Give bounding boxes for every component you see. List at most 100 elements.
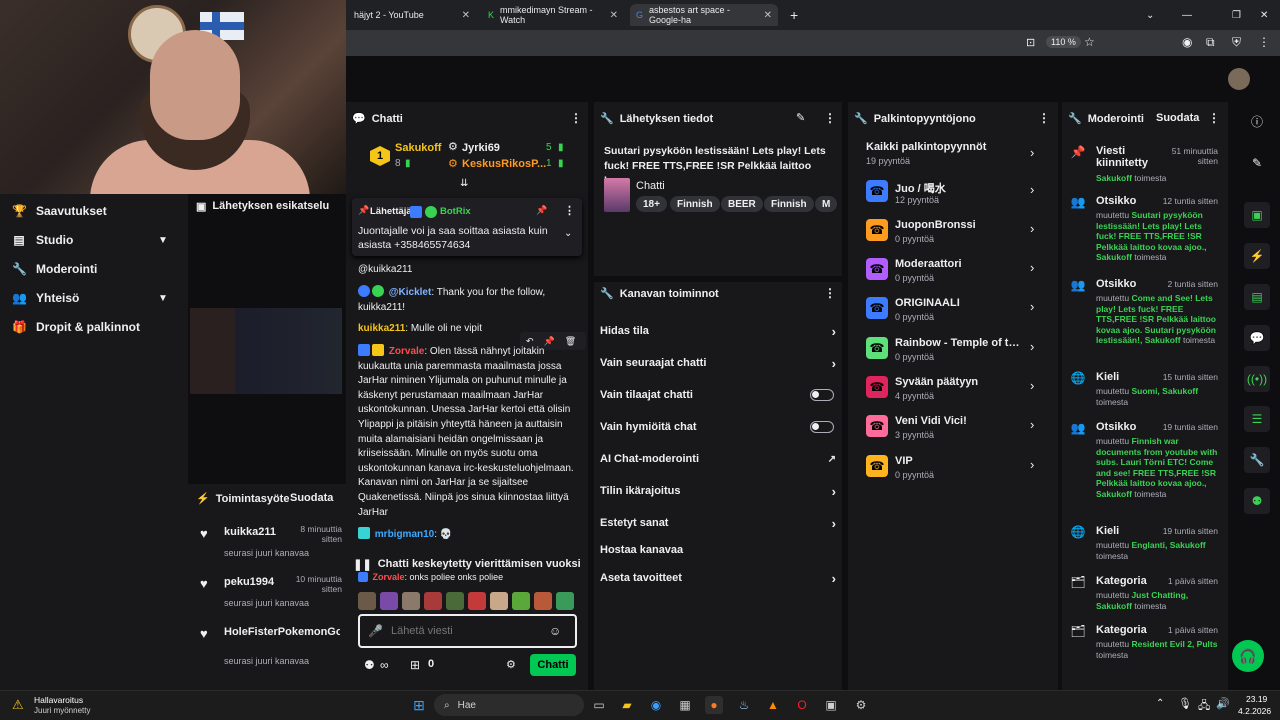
clock-date[interactable]: 4.2.2026 [1238, 706, 1271, 716]
action-followers-only[interactable]: Vain seuraajat chatti › [600, 355, 836, 371]
avatar[interactable] [1228, 68, 1250, 90]
opera-icon[interactable]: O [793, 696, 811, 714]
close-icon[interactable]: ✕ [610, 10, 618, 21]
mod-actor[interactable]: Sakukoff [1145, 335, 1181, 345]
windows-start-icon[interactable]: ⊞ [410, 696, 428, 714]
reward-row[interactable]: ☎ VIP 0 pyyntöä › [866, 455, 1050, 485]
close-icon[interactable]: ✕ [462, 10, 470, 21]
emote-icon[interactable] [468, 592, 486, 610]
mod-actor[interactable]: Sakukoff [1096, 252, 1132, 262]
nav-achievements[interactable]: 🏆 Saavutukset [12, 204, 107, 218]
lightning-icon[interactable]: ⚡ [1244, 243, 1270, 269]
nav-moderation[interactable]: 🔧 Moderointi [12, 262, 97, 276]
emote-icon[interactable] [512, 592, 530, 610]
edit-icon[interactable]: ✎ [796, 111, 805, 124]
unpin-icon[interactable]: 📌 [536, 205, 547, 216]
action-set-goals[interactable]: Aseta tavoitteet › [600, 570, 836, 586]
mod-actor[interactable]: Sakukoff [1162, 386, 1198, 396]
edge-icon[interactable]: ◉ [647, 696, 665, 714]
expand-leaderboard-icon[interactable]: ⇊ [460, 178, 468, 189]
action-ai-moderation[interactable]: AI Chat-moderointi ↗ [600, 451, 836, 467]
more-icon[interactable]: ⋮ [1038, 111, 1050, 125]
terminal-icon[interactable]: ▣ [822, 696, 840, 714]
stream-preview-image[interactable] [190, 308, 342, 394]
send-chat-button[interactable]: Chatti [530, 654, 576, 676]
leader-name[interactable]: Jyrki69 [462, 142, 500, 154]
more-icon[interactable]: ⋮ [1208, 111, 1220, 125]
community-icon[interactable]: ⚉ [1244, 488, 1270, 514]
chat-username[interactable]: mrbigman10 [375, 529, 434, 540]
reward-all-requests[interactable]: Kaikki palkintopyynnöt 19 pyyntöä › [866, 141, 1050, 169]
chat-rail-icon[interactable]: 💬 [1244, 325, 1270, 351]
volume-icon[interactable]: 🔊 [1216, 697, 1230, 710]
stream-preview-rail-icon[interactable]: ▣ [1244, 202, 1270, 228]
action-banned-words[interactable]: Estetyt sanat › [600, 515, 836, 531]
chat-message-input[interactable] [390, 625, 541, 637]
network-icon[interactable]: 🖧 [1198, 697, 1210, 716]
emote-icon[interactable] [380, 592, 398, 610]
more-icon[interactable]: ⋮ [570, 111, 582, 125]
window-close-icon[interactable]: ✕ [1254, 4, 1274, 26]
emote-icon[interactable] [402, 592, 420, 610]
emote-icon[interactable] [534, 592, 552, 610]
pinned-user[interactable]: BotRix [440, 206, 471, 217]
emote-icon[interactable] [424, 592, 442, 610]
leader-name[interactable]: KeskusRikosP... [462, 158, 546, 170]
action-slow-mode[interactable]: Hidas tila › [600, 323, 836, 339]
task-view-icon[interactable]: ▭ [590, 696, 608, 714]
reward-row[interactable]: ☎ Rainbow - Temple of th... 0 pyyntöä › [866, 337, 1050, 367]
wrench-icon[interactable]: 🔧 [1244, 447, 1270, 473]
action-age-restriction[interactable]: Tilin ikärajoitus › [600, 483, 836, 499]
reward-row[interactable]: ☎ Syvään päätyyn 4 pyyntöä › [866, 376, 1050, 406]
menu-icon[interactable]: ⋮ [1258, 35, 1270, 49]
infinity-icon[interactable]: ∞ [380, 658, 389, 672]
emote-icon[interactable] [358, 592, 376, 610]
chevron-up-icon[interactable]: ⌃ [1156, 698, 1164, 709]
emoji-icon[interactable]: ☺ [549, 624, 561, 638]
screenshot-icon[interactable]: ⊡ [1026, 36, 1035, 49]
restore-icon[interactable]: ❐ [1226, 4, 1247, 26]
vlc-icon[interactable]: ▲ [764, 696, 782, 714]
reward-row[interactable]: ☎ Moderaattori 0 pyyntöä › [866, 258, 1050, 288]
activity-user[interactable]: HoleFisterPokemonGo [224, 626, 340, 638]
mod-actor[interactable]: Pults [1197, 639, 1218, 649]
browser-tab-youtube[interactable]: häjyt 2 - YouTube ✕ [348, 4, 476, 26]
store-icon[interactable]: ▦ [676, 696, 694, 714]
subscribers-only-toggle[interactable] [810, 389, 834, 401]
help-headset-button[interactable]: 🎧 [1232, 640, 1264, 672]
settings-icon[interactable]: ⚙ [506, 658, 516, 671]
mod-actor[interactable]: Sakukoff [1096, 489, 1132, 499]
community-icon[interactable]: ⚉ [364, 658, 375, 672]
broadcast-icon[interactable]: ((•)) [1244, 366, 1270, 392]
points-icon[interactable]: ⊞ [410, 658, 420, 672]
chevron-down-icon[interactable]: ⌄ [1140, 4, 1160, 26]
more-icon[interactable]: ⋮ [824, 111, 836, 125]
chat-username[interactable]: kuikka211 [358, 323, 405, 334]
settings-icon[interactable]: ⚙ [852, 696, 870, 714]
new-tab-button[interactable]: + [784, 4, 804, 26]
stream-info-rail-icon[interactable]: ▤ [1244, 284, 1270, 310]
emote-icon[interactable] [490, 592, 508, 610]
weather-title[interactable]: Hallavaroitus [34, 695, 83, 705]
microphone-icon[interactable]: 🎤 [368, 624, 383, 638]
zoom-level[interactable]: 110 % [1046, 36, 1081, 48]
chevron-down-icon[interactable]: ⌄ [564, 228, 572, 239]
queue-rail-icon[interactable]: ☰ [1244, 406, 1270, 432]
action-host-channel[interactable]: Hostaa kanavaa [600, 542, 836, 558]
reward-row[interactable]: ☎ Veni Vidi Vici! 3 pyyntöä › [866, 415, 1050, 445]
info-icon[interactable]: ⓘ [1244, 108, 1270, 134]
pencil-icon[interactable]: ✎ [1244, 150, 1270, 176]
profile-icon[interactable]: ◉ [1182, 35, 1192, 49]
chat-username[interactable]: Zorvale [373, 572, 405, 582]
chat-username[interactable]: @Kicklet [389, 287, 432, 298]
activity-filter-button[interactable]: Suodata [290, 492, 333, 504]
mod-actor[interactable]: Sakukoff [1170, 540, 1206, 550]
mod-actor[interactable]: Sakukoff [1096, 601, 1132, 611]
taskbar-search[interactable]: ⌕ Hae [434, 694, 584, 716]
chat-username[interactable]: Zorvale [389, 346, 425, 357]
emote-icon[interactable] [556, 592, 574, 610]
emote-icon[interactable] [446, 592, 464, 610]
nav-drops[interactable]: 🎁 Dropit & palkinnot [12, 320, 140, 334]
nav-community[interactable]: 👥 Yhteisö ▼ [12, 291, 168, 305]
star-icon[interactable]: ☆ [1084, 35, 1095, 49]
